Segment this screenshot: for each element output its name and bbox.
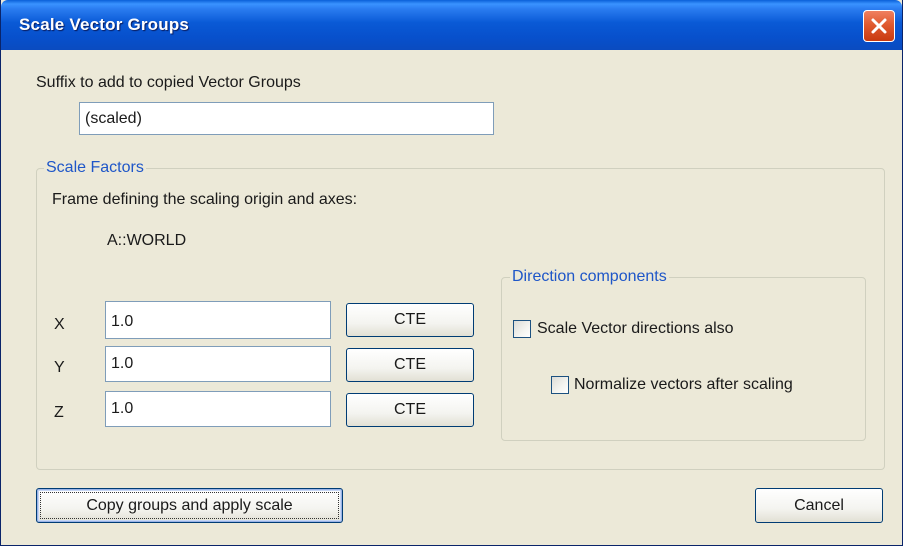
close-button[interactable] <box>863 10 895 42</box>
y-scale-input[interactable] <box>105 346 331 382</box>
scale-factors-title: Scale Factors <box>44 159 146 177</box>
copy-apply-button[interactable]: Copy groups and apply scale <box>36 488 343 523</box>
suffix-input[interactable] <box>79 102 494 135</box>
suffix-label: Suffix to add to copied Vector Groups <box>36 74 301 91</box>
dialog-window: Scale Vector Groups Suffix to add to cop… <box>0 0 903 546</box>
y-cte-button[interactable]: CTE <box>346 348 474 382</box>
normalize-checkbox[interactable] <box>551 376 569 394</box>
cancel-button[interactable]: Cancel <box>755 488 883 523</box>
normalize-label[interactable]: Normalize vectors after scaling <box>574 376 793 394</box>
z-cte-button[interactable]: CTE <box>346 393 474 427</box>
direction-components-group <box>501 277 866 441</box>
x-cte-button[interactable]: CTE <box>346 303 474 337</box>
x-scale-input[interactable] <box>105 301 331 339</box>
scale-directions-checkbox[interactable] <box>513 320 531 338</box>
window-title: Scale Vector Groups <box>19 15 190 34</box>
z-label: Z <box>54 404 64 421</box>
z-scale-input[interactable] <box>105 391 331 427</box>
title-bar[interactable]: Scale Vector Groups <box>1 0 902 50</box>
x-label: X <box>54 316 65 333</box>
scale-directions-label[interactable]: Scale Vector directions also <box>537 320 734 338</box>
frame-value: A::WORLD <box>107 232 187 249</box>
frame-label: Frame defining the scaling origin and ax… <box>52 191 358 208</box>
close-icon <box>871 18 887 34</box>
direction-components-title: Direction components <box>510 268 669 286</box>
y-label: Y <box>54 359 65 376</box>
